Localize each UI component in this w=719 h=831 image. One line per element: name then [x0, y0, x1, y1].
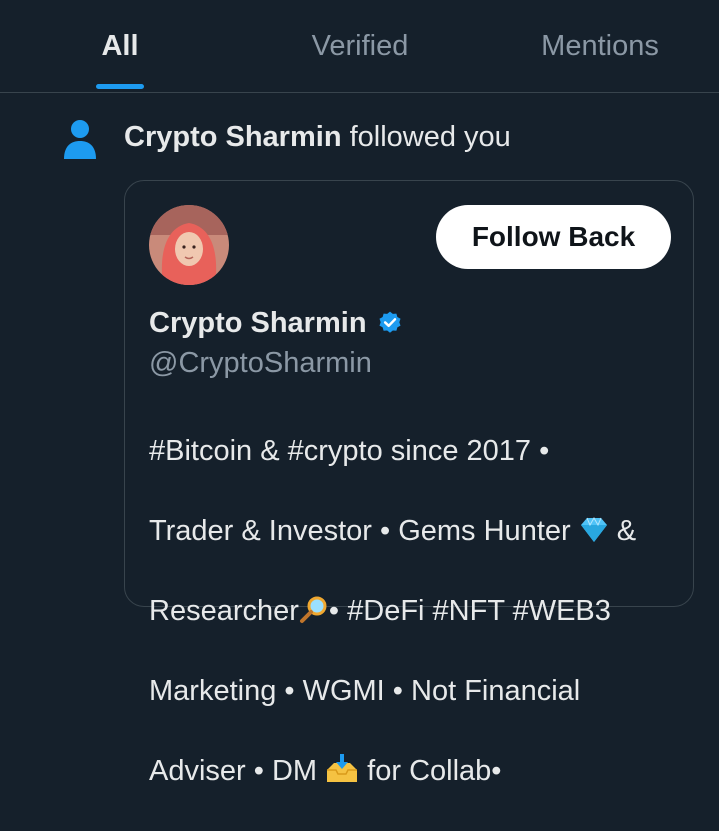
- notification-tabs: All Verified Mentions: [0, 0, 719, 93]
- profile-card[interactable]: Follow Back Crypto Sharmin @CryptoSharmi…: [124, 180, 694, 787]
- bio-line: Researcher • #DeFi #NFT #WEB3: [149, 591, 679, 631]
- notification-text: Crypto Sharmin followed you: [124, 119, 511, 155]
- follow-back-button[interactable]: Follow Back: [436, 205, 671, 269]
- profile-bio: #Bitcoin & #crypto since 2017 • Trader &…: [149, 391, 679, 831]
- bio-line: Marketing • WGMI • Not Financial: [149, 675, 581, 707]
- verified-badge-icon: [379, 311, 401, 333]
- person-icon: [64, 120, 96, 159]
- avatar[interactable]: [149, 205, 229, 285]
- bio-text: Trader & Investor • Gems Hunter: [149, 515, 579, 547]
- bio-text: for Collab•: [359, 755, 502, 787]
- tab-all[interactable]: All: [60, 0, 180, 92]
- bio-text: • #DeFi #NFT #WEB3: [328, 595, 611, 627]
- bio-text: &: [608, 515, 637, 547]
- display-name-text[interactable]: Crypto Sharmin: [149, 305, 367, 341]
- bio-text: Adviser • DM: [149, 755, 326, 787]
- bio-line: Trader & Investor • Gems Hunter &: [149, 511, 679, 551]
- bio-line: Adviser • DM for Collab•: [149, 751, 679, 791]
- bio-line: #Bitcoin & #crypto since 2017 •: [149, 435, 550, 467]
- gem-emoji-icon: [580, 516, 607, 542]
- magnifier-emoji-icon: [299, 596, 327, 623]
- profile-handle[interactable]: @CryptoSharmin: [149, 345, 372, 381]
- tab-verified[interactable]: Verified: [280, 0, 440, 92]
- profile-display-name[interactable]: Crypto Sharmin: [149, 305, 403, 341]
- notification-action: followed you: [349, 121, 511, 153]
- notification-actor-name[interactable]: Crypto Sharmin: [124, 121, 342, 153]
- active-tab-indicator: [96, 84, 144, 89]
- avatar-image: [149, 205, 229, 285]
- inbox-tray-emoji-icon: [327, 754, 358, 782]
- bio-text: Researcher: [149, 595, 299, 627]
- tab-mentions[interactable]: Mentions: [510, 0, 690, 92]
